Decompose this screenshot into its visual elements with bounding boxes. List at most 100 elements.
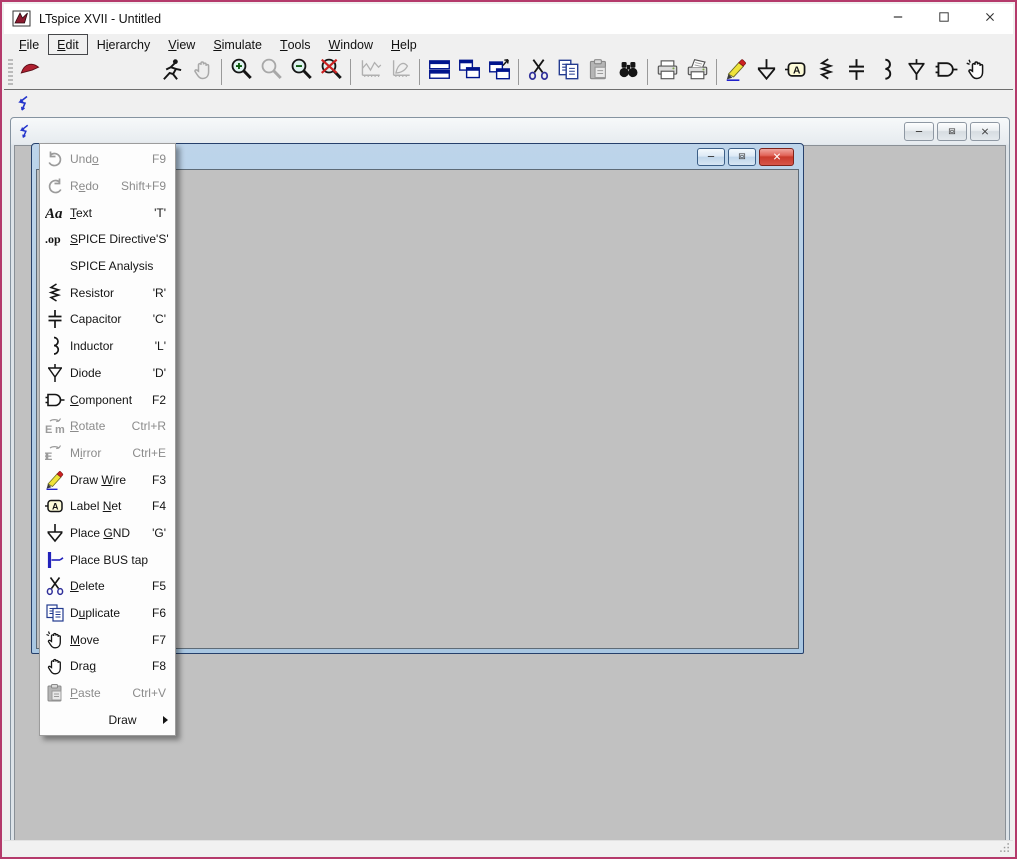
edit-menu-item-place-bus-tap[interactable]: Place BUS tap xyxy=(40,546,175,573)
menu-item-label: Place BUS tap xyxy=(70,553,175,567)
menu-item-shortcut: 'R' xyxy=(153,286,175,300)
new-schematic-button[interactable] xyxy=(15,57,45,87)
edit-menu-item-mirror[interactable]: EEMirrorCtrl+E xyxy=(40,440,175,467)
menu-item-label: Redo xyxy=(70,179,121,193)
place-gnd-button[interactable] xyxy=(751,57,781,87)
diode-button[interactable] xyxy=(901,57,931,87)
print-button[interactable] xyxy=(652,57,682,87)
menu-item-shortcut: F8 xyxy=(152,659,175,673)
front-minimize-button[interactable] xyxy=(697,148,725,166)
edit-menu-item-duplicate[interactable]: DuplicateF6 xyxy=(40,600,175,627)
outer-close-button[interactable] xyxy=(970,122,1000,141)
edit-menu-item-resistor[interactable]: Resistor'R' xyxy=(40,279,175,306)
menubar-item-help[interactable]: Help xyxy=(382,34,426,55)
print-setup-button[interactable] xyxy=(682,57,712,87)
edit-menu-item-spice-analysis[interactable]: SPICE Analysis xyxy=(40,253,175,280)
window-close-icon xyxy=(772,148,782,166)
window-close-icon xyxy=(984,10,996,28)
menu-item-label: Delete xyxy=(70,579,152,593)
redo-icon xyxy=(40,176,70,196)
cut-button[interactable] xyxy=(523,57,553,87)
label-net-button[interactable]: A xyxy=(781,57,811,87)
pencil-icon xyxy=(725,58,748,86)
capacitor-icon xyxy=(40,309,70,329)
menu-item-shortcut: F5 xyxy=(152,579,175,593)
inductor-button[interactable] xyxy=(871,57,901,87)
menu-item-shortcut: Ctrl+R xyxy=(132,419,175,433)
menu-item-label: SPICE Directive xyxy=(70,232,156,246)
edit-menu-item-draw-wire[interactable]: Draw WireF3 xyxy=(40,466,175,493)
clipboard-icon xyxy=(40,683,70,703)
resize-grip-icon[interactable] xyxy=(999,841,1011,853)
window-restore-icon xyxy=(737,148,747,166)
svg-text:m: m xyxy=(55,424,65,436)
menu-item-label: Draw xyxy=(70,713,175,727)
find-button[interactable] xyxy=(613,57,643,87)
edit-menu-item-capacitor[interactable]: Capacitor'C' xyxy=(40,306,175,333)
edit-menu-item-diode[interactable]: Diode'D' xyxy=(40,360,175,387)
menu-item-shortcut: Ctrl+V xyxy=(132,686,175,700)
maximize-button[interactable] xyxy=(921,4,967,34)
printer-page-icon xyxy=(686,58,709,86)
menubar-item-edit[interactable]: Edit xyxy=(48,34,88,55)
menubar-item-simulate[interactable]: Simulate xyxy=(204,34,271,55)
move-button[interactable] xyxy=(961,57,991,87)
menu-item-label: Resistor xyxy=(70,286,153,300)
toolbar-separator xyxy=(647,59,648,85)
menu-item-label: Capacitor xyxy=(70,312,153,326)
svg-text:E: E xyxy=(45,451,49,463)
minimize-button[interactable] xyxy=(875,4,921,34)
svg-text:A: A xyxy=(793,65,801,76)
cascade-button[interactable] xyxy=(484,57,514,87)
toolbar-grip[interactable] xyxy=(8,59,13,85)
zoom-out-button[interactable] xyxy=(286,57,316,87)
edit-menu-item-redo[interactable]: RedoShift+F9 xyxy=(40,173,175,200)
copy-button[interactable] xyxy=(553,57,583,87)
svg-text:.op: .op xyxy=(45,232,61,246)
edit-menu-item-component[interactable]: ComponentF2 xyxy=(40,386,175,413)
edit-menu-item-rotate[interactable]: EmRotateCtrl+R xyxy=(40,413,175,440)
zoom-in-button[interactable] xyxy=(226,57,256,87)
edit-menu-item-drag[interactable]: DragF8 xyxy=(40,653,175,680)
menu-item-label: SPICE Analysis xyxy=(70,259,175,273)
menubar-item-tools[interactable]: Tools xyxy=(271,34,320,55)
waveform-icon xyxy=(359,58,382,86)
edit-menu-item-undo[interactable]: UndoF9 xyxy=(40,146,175,173)
front-restore-button[interactable] xyxy=(728,148,756,166)
edit-menu-item-move[interactable]: MoveF7 xyxy=(40,626,175,653)
edit-menu-item-draw[interactable]: Draw xyxy=(40,706,175,733)
window-controls xyxy=(875,4,1013,34)
menubar-item-file[interactable]: File xyxy=(10,34,48,55)
component-icon xyxy=(40,390,70,410)
mdi-workspace[interactable]: UndoF9RedoShift+F9AaText'T'.opSPICE Dire… xyxy=(4,91,1013,845)
menubar-item-view[interactable]: View xyxy=(159,34,204,55)
resistor-button[interactable] xyxy=(811,57,841,87)
outer-window-titlebar[interactable] xyxy=(11,118,1009,145)
edit-menu-item-inductor[interactable]: Inductor'L' xyxy=(40,333,175,360)
gnd-icon xyxy=(40,523,70,543)
capacitor-button[interactable] xyxy=(841,57,871,87)
outer-restore-button[interactable] xyxy=(937,122,967,141)
titlebar[interactable]: LTspice XVII - Untitled xyxy=(4,4,1013,34)
edit-menu-item-label-net[interactable]: ALabel NetF4 xyxy=(40,493,175,520)
edit-menu-item-text[interactable]: AaText'T' xyxy=(40,199,175,226)
zoom-back-icon xyxy=(260,58,283,86)
tile-horizontal-button[interactable] xyxy=(424,57,454,87)
menu-item-shortcut: Ctrl+E xyxy=(132,446,175,460)
edit-menu-item-place-gnd[interactable]: Place GND'G' xyxy=(40,520,175,547)
tile-vertical-button[interactable] xyxy=(454,57,484,87)
menubar-item-hierarchy[interactable]: Hierarchy xyxy=(88,34,160,55)
front-close-button[interactable] xyxy=(759,148,794,166)
menu-item-shortcut: Shift+F9 xyxy=(121,179,175,193)
edit-menu-item-delete[interactable]: DeleteF5 xyxy=(40,573,175,600)
component-button[interactable] xyxy=(931,57,961,87)
close-button[interactable] xyxy=(967,4,1013,34)
outer-minimize-button[interactable] xyxy=(904,122,934,141)
edit-menu-item-paste[interactable]: PasteCtrl+V xyxy=(40,680,175,707)
menubar-item-window[interactable]: Window xyxy=(320,34,382,55)
edit-menu-item-spice-directive[interactable]: .opSPICE Directive'S' xyxy=(40,226,175,253)
zoom-full-extents-button[interactable] xyxy=(316,57,346,87)
draw-wire-button[interactable] xyxy=(721,57,751,87)
tile-horizontal-icon xyxy=(428,58,451,86)
run-button[interactable] xyxy=(157,57,187,87)
